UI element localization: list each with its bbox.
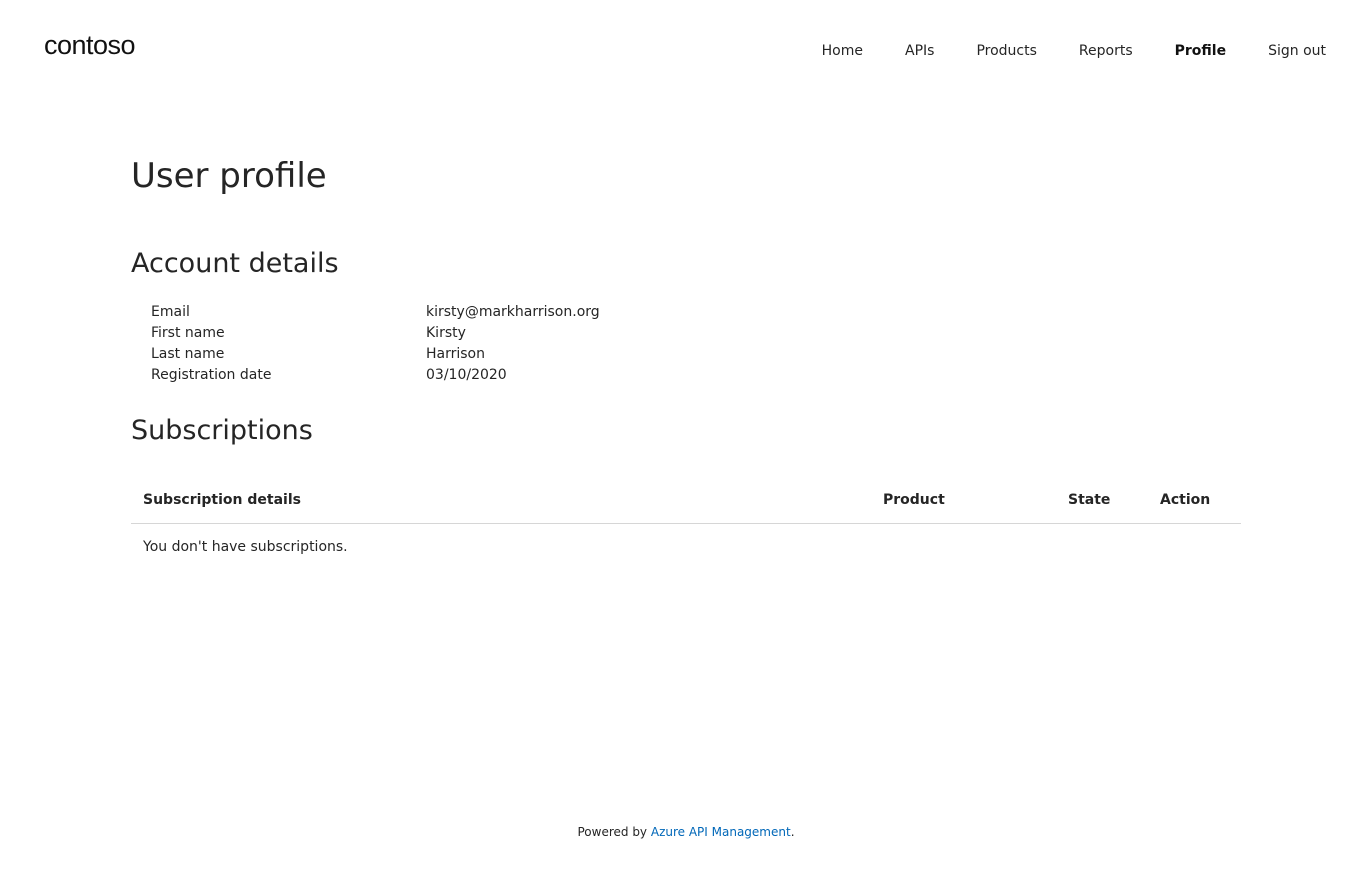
page: contoso Home APIs Products Reports Profi…	[0, 0, 1372, 882]
nav-apis[interactable]: APIs	[905, 43, 934, 59]
detail-row-email: Email kirsty@markharrison.org	[151, 302, 600, 323]
column-state: State	[1068, 492, 1111, 508]
subscriptions-empty-message: You don't have subscriptions.	[143, 539, 348, 555]
detail-row-first-name: First name Kirsty	[151, 323, 600, 344]
last-name-label: Last name	[151, 346, 225, 362]
column-subscription-details: Subscription details	[143, 492, 301, 508]
nav-profile[interactable]: Profile	[1175, 43, 1226, 59]
nav-sign-out[interactable]: Sign out	[1268, 43, 1326, 59]
last-name-value: Harrison	[426, 346, 485, 362]
top-nav: Home APIs Products Reports Profile Sign …	[780, 43, 1326, 59]
first-name-label: First name	[151, 325, 225, 341]
page-title: User profile	[131, 156, 327, 196]
subscriptions-table-header: Subscription details Product State Actio…	[131, 480, 1241, 524]
nav-home[interactable]: Home	[822, 43, 863, 59]
nav-products[interactable]: Products	[976, 43, 1036, 59]
registration-date-label: Registration date	[151, 367, 272, 383]
email-label: Email	[151, 304, 190, 320]
logo[interactable]: contoso	[44, 30, 136, 61]
footer-prefix: Powered by	[577, 825, 651, 839]
account-details-list: Email kirsty@markharrison.org First name…	[151, 302, 600, 386]
column-product: Product	[883, 492, 945, 508]
registration-date-value: 03/10/2020	[426, 367, 507, 383]
detail-row-last-name: Last name Harrison	[151, 344, 600, 365]
detail-row-registration-date: Registration date 03/10/2020	[151, 365, 600, 386]
footer-suffix: .	[790, 825, 795, 839]
nav-reports[interactable]: Reports	[1079, 43, 1133, 59]
subscriptions-table: Subscription details Product State Actio…	[131, 480, 1241, 555]
subscriptions-title: Subscriptions	[131, 415, 313, 446]
email-value: kirsty@markharrison.org	[426, 304, 600, 320]
column-action: Action	[1160, 492, 1211, 508]
account-details-title: Account details	[131, 248, 339, 279]
azure-api-management-link[interactable]: Azure API Management	[651, 825, 791, 839]
first-name-value: Kirsty	[426, 325, 466, 341]
footer: Powered by Azure API Management.	[0, 825, 1372, 839]
